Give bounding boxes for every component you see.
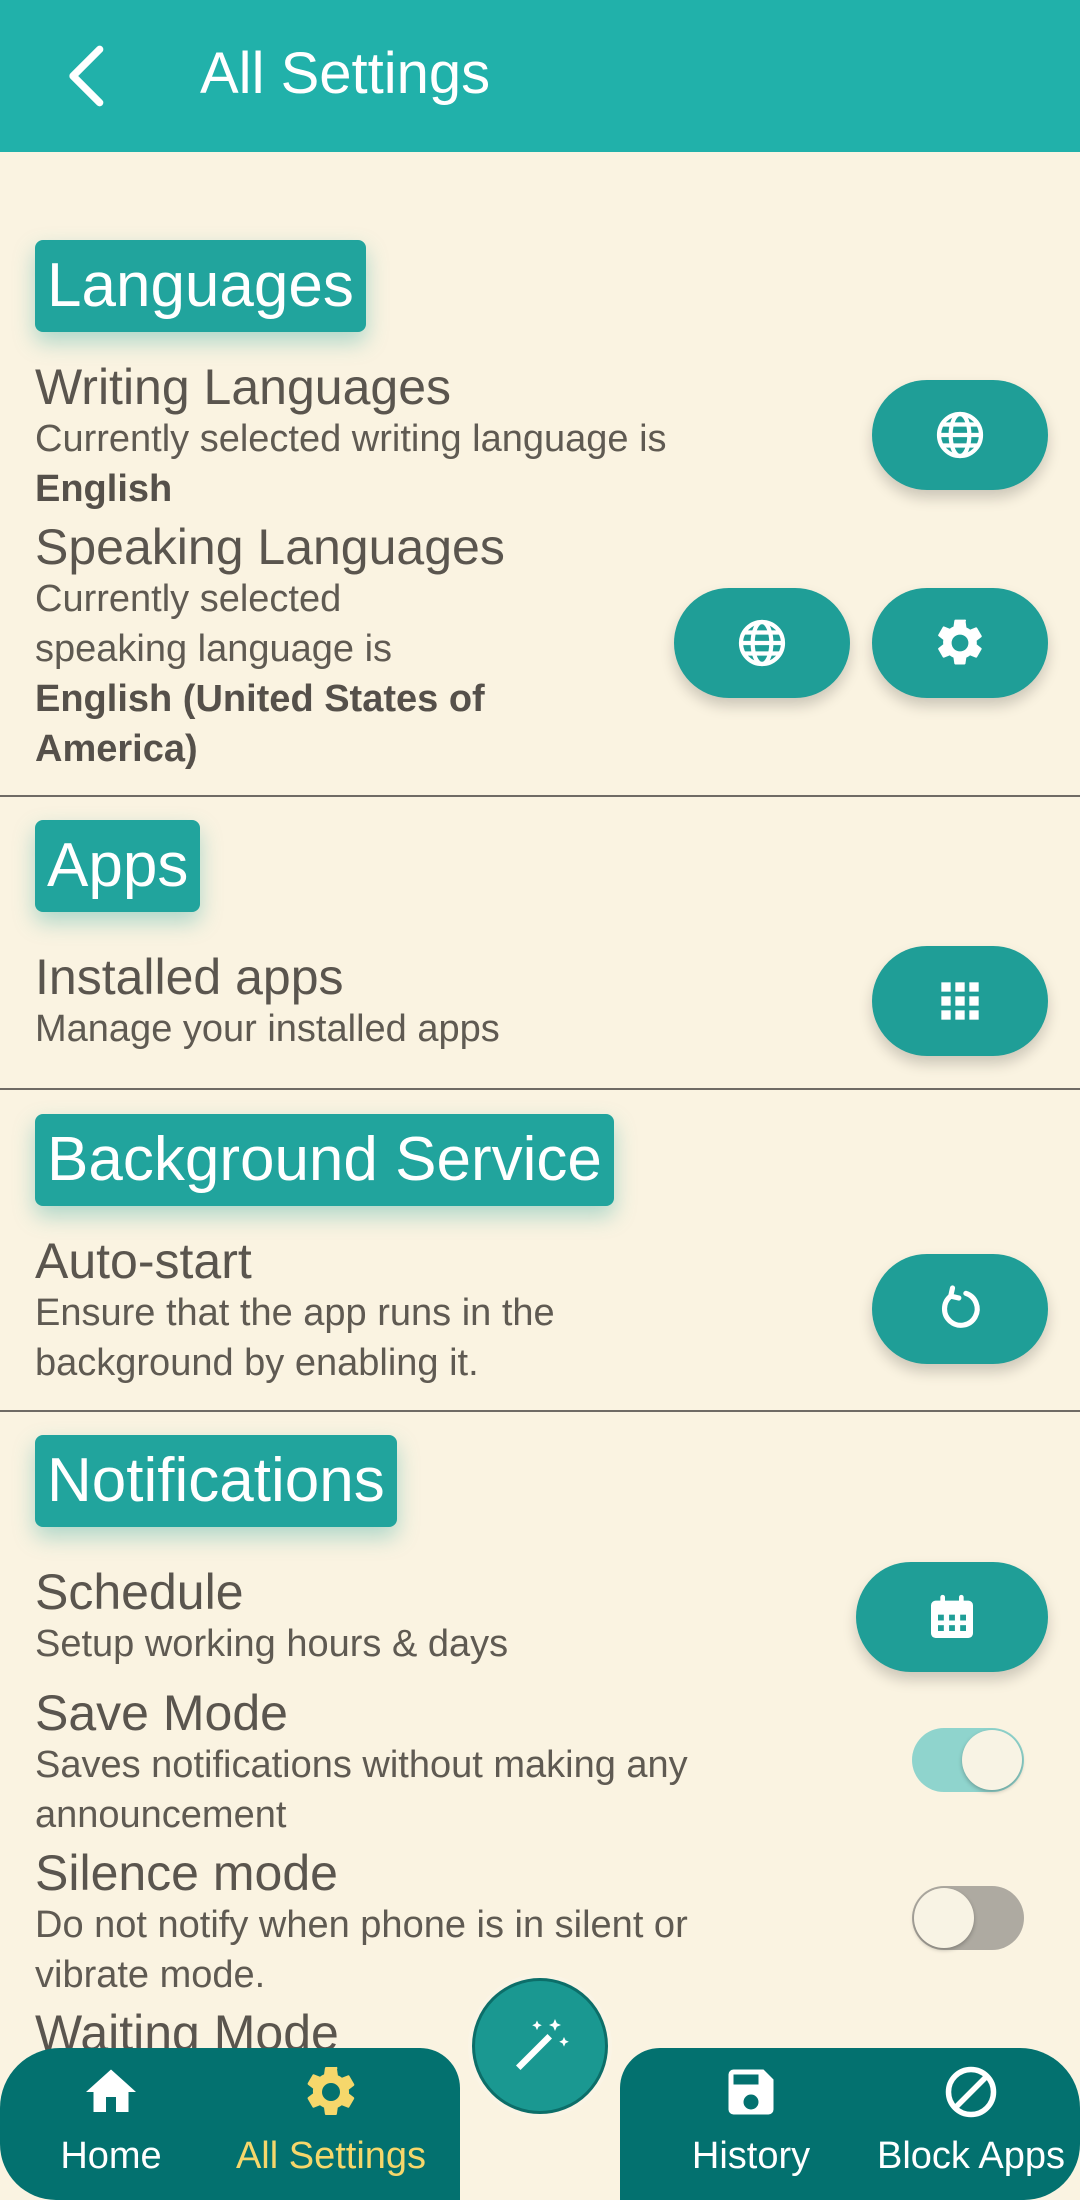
schedule-subtitle: Setup working hours & days	[35, 1623, 509, 1665]
calendar-icon	[931, 1594, 973, 1638]
back-button[interactable]	[48, 36, 128, 116]
refresh-icon	[942, 1285, 980, 1328]
app-bar: All Settings	[0, 0, 1080, 152]
silence-mode-subtitle-2: vibrate mode.	[35, 1954, 266, 1996]
save-mode-subtitle-1: Saves notifications without making any	[35, 1744, 688, 1786]
section-header-notifications: Notifications	[35, 1435, 397, 1527]
gear-icon	[938, 619, 982, 665]
section-divider	[0, 1088, 1080, 1090]
installed-apps-subtitle: Manage your installed apps	[35, 1008, 500, 1050]
chevron-left-icon	[69, 45, 104, 107]
installed-apps-button[interactable]	[872, 946, 1048, 1056]
auto-start-title: Auto-start	[35, 1233, 252, 1289]
nav-all-settings-label: All Settings	[235, 2135, 427, 2177]
writing-language-button[interactable]	[872, 380, 1048, 490]
nav-home[interactable]: Home	[6, 2062, 216, 2192]
magic-fab-button[interactable]	[472, 1978, 608, 2114]
toggle-knob	[914, 1888, 974, 1948]
speaking-settings-button[interactable]	[872, 588, 1048, 698]
auto-start-subtitle-2: background by enabling it.	[35, 1342, 479, 1384]
speaking-languages-title: Speaking Languages	[35, 519, 505, 575]
speaking-language-button[interactable]	[674, 588, 850, 698]
globe-icon	[738, 619, 786, 667]
nav-block-apps[interactable]: Block Apps	[866, 2062, 1076, 2192]
writing-language-value: English	[35, 468, 173, 510]
save-icon	[728, 2069, 774, 2115]
auto-start-button[interactable]	[872, 1254, 1048, 1364]
apps-grid-icon	[941, 982, 979, 1020]
silence-mode-toggle[interactable]	[912, 1886, 1024, 1950]
silence-mode-subtitle-1: Do not notify when phone is in silent or	[35, 1904, 688, 1946]
writing-languages-title: Writing Languages	[35, 359, 452, 415]
schedule-button[interactable]	[856, 1562, 1048, 1672]
section-divider	[0, 1410, 1080, 1412]
save-mode-subtitle-2: announcement	[35, 1794, 287, 1836]
speaking-languages-subtitle-2: speaking language is	[35, 628, 393, 670]
nav-home-label: Home	[60, 2135, 162, 2177]
speaking-languages-subtitle-1: Currently selected	[35, 578, 342, 620]
silence-mode-title: Silence mode	[35, 1845, 338, 1901]
schedule-title: Schedule	[35, 1564, 244, 1620]
section-header-background-service: Background Service	[35, 1114, 614, 1206]
toggle-knob	[962, 1730, 1022, 1790]
nav-block-apps-label: Block Apps	[877, 2135, 1065, 2177]
writing-languages-subtitle: Currently selected writing language is	[35, 418, 667, 460]
gear-icon	[307, 2066, 355, 2115]
section-divider	[0, 795, 1080, 797]
nav-all-settings[interactable]: All Settings	[226, 2062, 436, 2192]
speaking-language-value-1: English (United States of	[35, 678, 485, 720]
installed-apps-title: Installed apps	[35, 949, 344, 1005]
auto-start-subtitle-1: Ensure that the app runs in the	[35, 1292, 555, 1334]
globe-icon	[936, 411, 984, 459]
section-header-apps: Apps	[35, 820, 201, 912]
save-mode-toggle[interactable]	[912, 1728, 1024, 1792]
section-header-languages: Languages	[35, 240, 366, 332]
magic-wand-icon	[516, 2019, 569, 2070]
home-icon	[86, 2069, 136, 2112]
page-title: All Settings	[200, 41, 491, 106]
block-icon	[945, 2066, 997, 2118]
speaking-language-value-2: America)	[35, 728, 198, 770]
nav-history[interactable]: History	[646, 2062, 856, 2192]
nav-history-label: History	[691, 2135, 811, 2177]
save-mode-title: Save Mode	[35, 1685, 288, 1741]
